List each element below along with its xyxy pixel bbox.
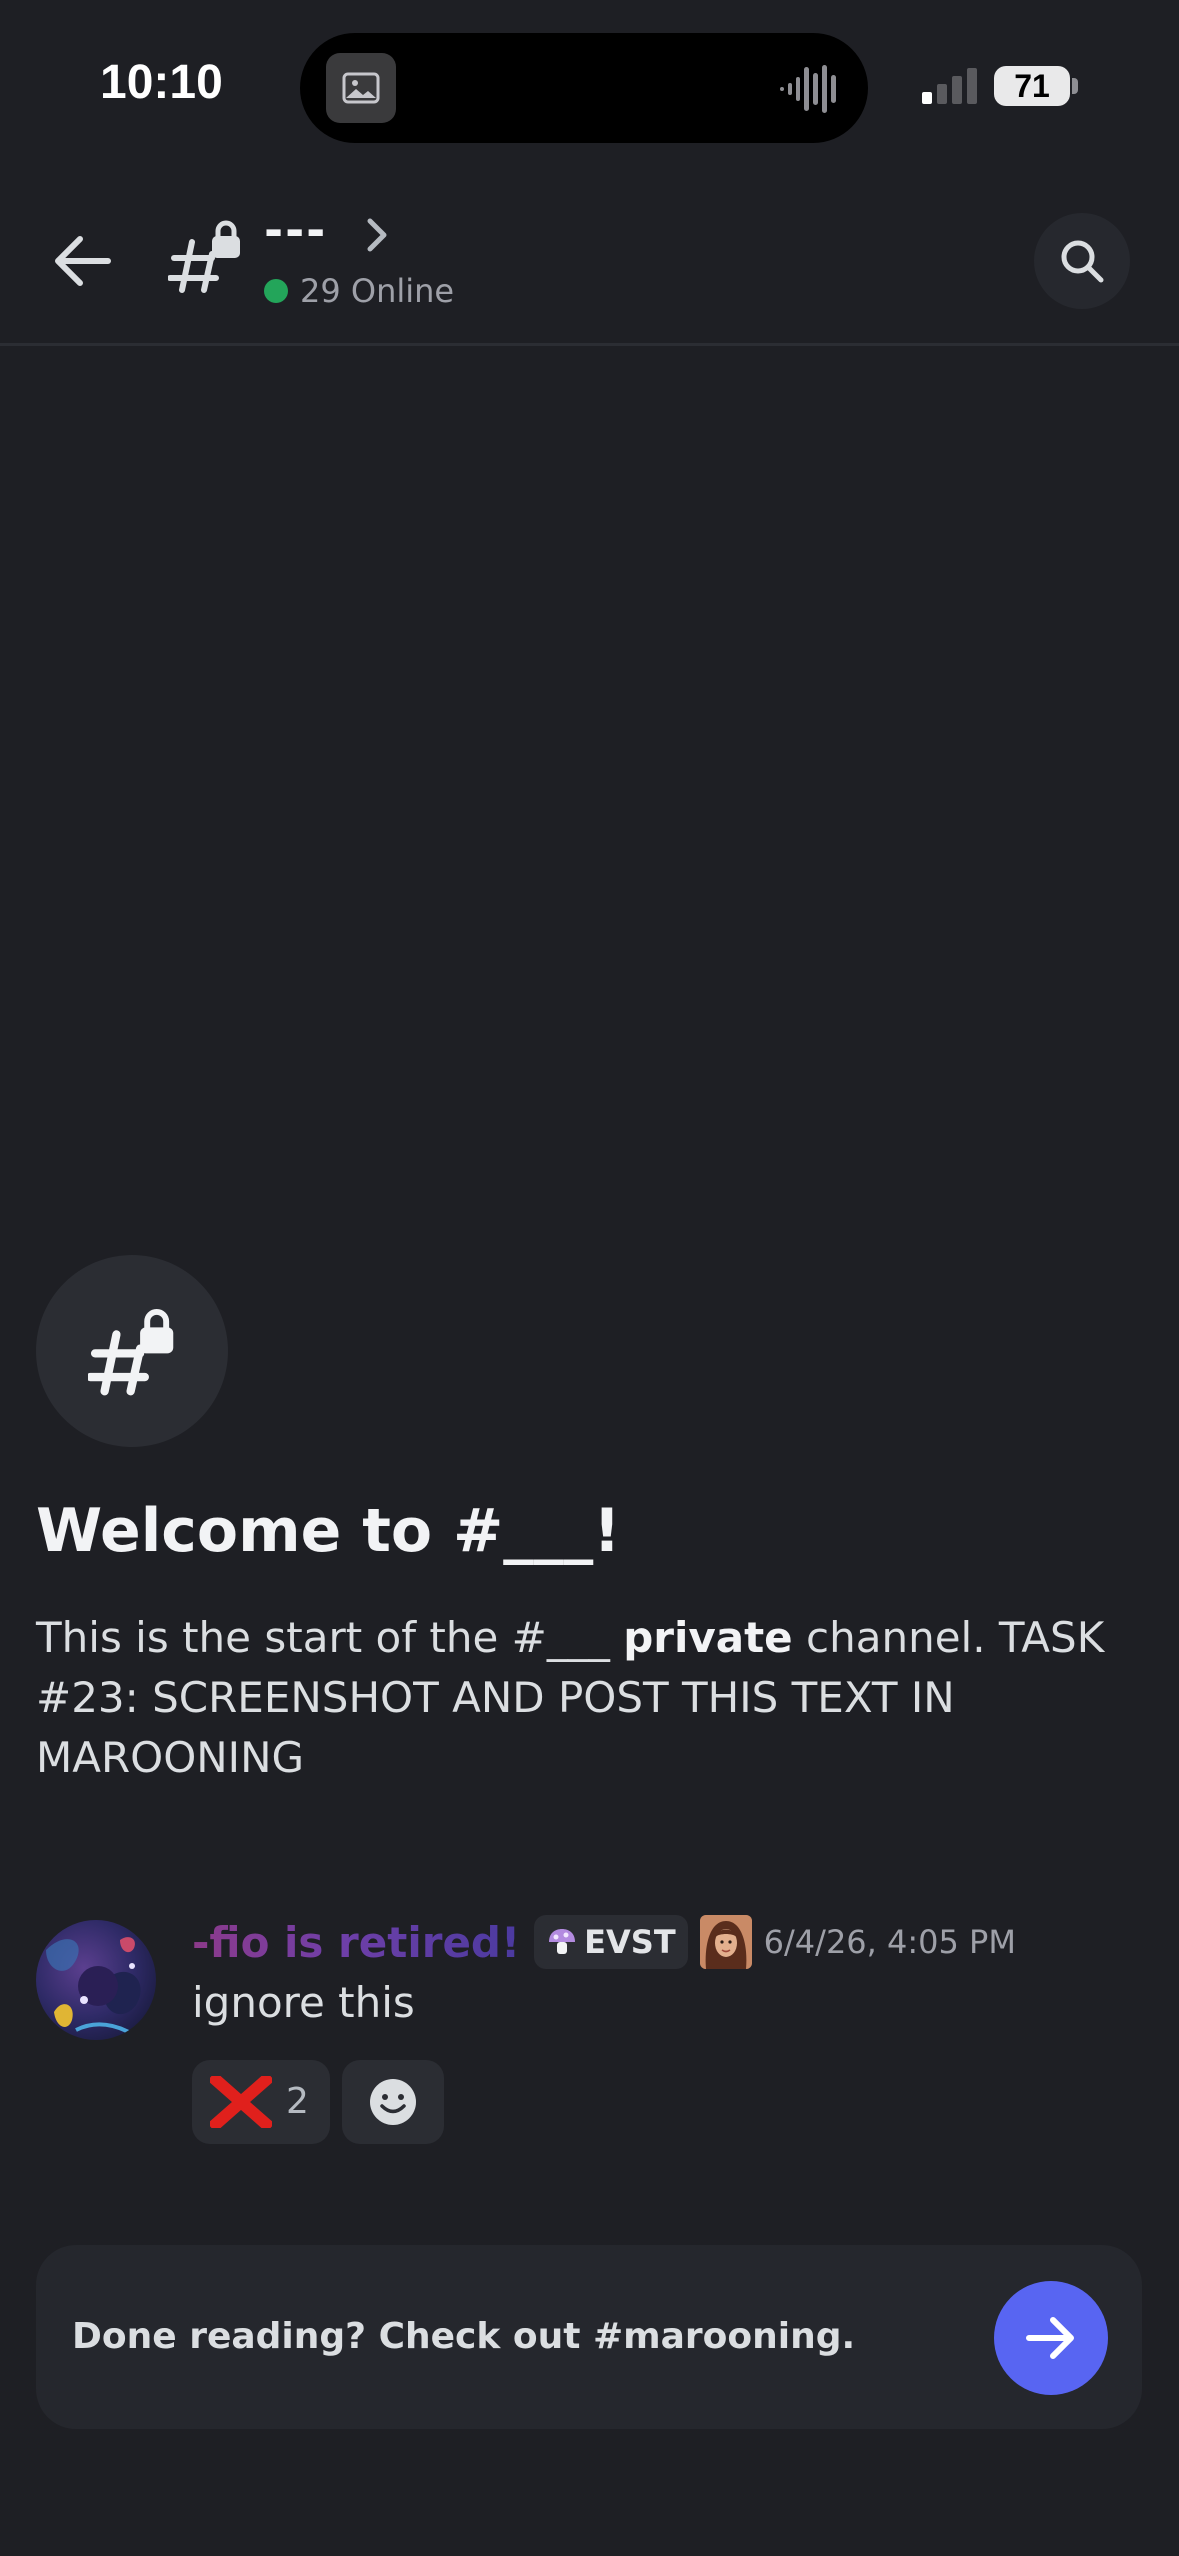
- cellular-signal-icon: [922, 68, 978, 108]
- go-to-channel-button[interactable]: [994, 2281, 1108, 2395]
- reaction-cross-mark[interactable]: 2: [192, 2060, 330, 2144]
- search-button[interactable]: [1034, 213, 1130, 309]
- arrow-right-icon: [1026, 2317, 1074, 2359]
- online-status: 29 Online: [264, 271, 454, 311]
- add-reaction-button[interactable]: [342, 2060, 444, 2144]
- online-count: 29 Online: [300, 272, 455, 310]
- message-header: -fio is retired! EVST 6/4/26, 4:05 PM: [192, 1912, 1016, 1972]
- welcome-title: Welcome to #___!: [36, 1496, 621, 1566]
- dynamic-island: [300, 33, 868, 143]
- welcome-channel-icon: [36, 1255, 228, 1447]
- back-arrow-icon: [55, 236, 111, 286]
- channel-name[interactable]: ---: [264, 203, 327, 257]
- banner-text: Done reading? Check out #marooning.: [72, 2316, 856, 2357]
- search-icon: [1061, 240, 1104, 283]
- battery-icon: 71: [994, 66, 1070, 106]
- welcome-desc-prefix: This is the start of the #___: [36, 1613, 624, 1662]
- private-channel-icon: [88, 1308, 174, 1396]
- chevron-right-icon[interactable]: [364, 215, 390, 259]
- mushroom-icon: [549, 1929, 576, 1954]
- channel-header: --- 29 Online: [0, 175, 1179, 346]
- voice-waveform-icon: [780, 63, 840, 119]
- battery-level: 71: [1014, 68, 1050, 104]
- message-text[interactable]: ignore this: [192, 1978, 415, 2027]
- avatar[interactable]: [36, 1920, 156, 2040]
- welcome-description: This is the start of the #___ private ch…: [36, 1608, 1136, 1788]
- status-time: 10:10: [100, 56, 223, 109]
- server-tag[interactable]: EVST: [534, 1915, 688, 1969]
- reaction-count: 2: [286, 2081, 309, 2122]
- back-button[interactable]: [46, 225, 118, 297]
- read-only-banner: Done reading? Check out #marooning.: [36, 2245, 1142, 2429]
- online-dot: [264, 279, 288, 303]
- photo-icon: [326, 53, 396, 123]
- message-author[interactable]: -fio is retired!: [192, 1918, 520, 1967]
- cross-mark-icon: [210, 2076, 272, 2128]
- private-channel-icon: [167, 220, 244, 300]
- battery-cap: [1072, 78, 1078, 94]
- message-timestamp: 6/4/26, 4:05 PM: [763, 1923, 1016, 1961]
- welcome-desc-bold: private: [623, 1613, 793, 1662]
- add-reaction-icon: [370, 2079, 416, 2125]
- server-tag-text: EVST: [584, 1923, 676, 1961]
- role-icon: [699, 1915, 752, 1969]
- status-bar: 10:10 71: [0, 0, 1179, 175]
